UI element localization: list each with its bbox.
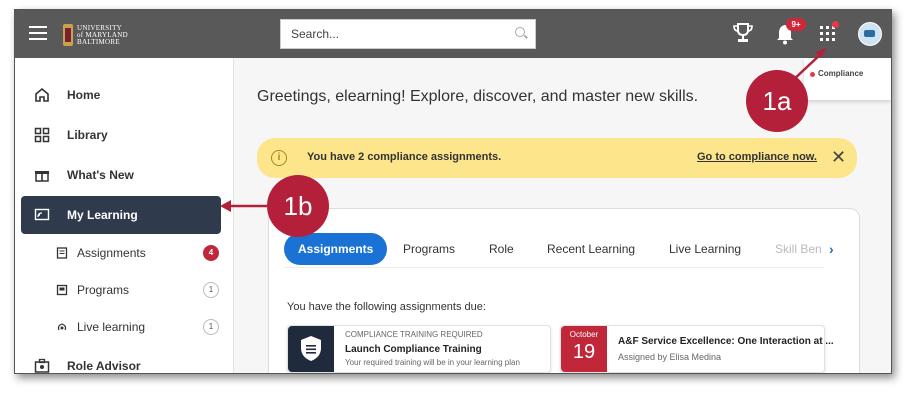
assignment-card-service-excellence[interactable]: October 19 A&F Service Excellence: One I…: [560, 325, 834, 373]
sidebar-subitem-label: Live learning: [77, 320, 146, 334]
close-icon[interactable]: ✕: [831, 147, 846, 168]
tab-role[interactable]: Role: [489, 233, 514, 265]
count-badge: 4: [203, 245, 219, 261]
due-day: 19: [572, 341, 596, 363]
compliance-dot-icon: [810, 72, 815, 77]
gift-icon: [31, 164, 53, 186]
info-icon: i: [271, 150, 287, 166]
logo-line-3: BALTIMORE: [77, 37, 120, 46]
sidebar-item-label: What's New: [67, 168, 134, 182]
sidebar-subitem-assignments[interactable]: Assignments 4: [55, 239, 219, 267]
sidebar-item-label: Role Advisor: [67, 359, 141, 373]
due-text: You have the following assignments due:: [287, 301, 486, 313]
tab-recent-learning[interactable]: Recent Learning: [547, 233, 635, 265]
notifications-badge: 9+: [786, 18, 806, 31]
count-badge: 1: [203, 319, 219, 335]
sidebar-item-label: My Learning: [67, 208, 138, 222]
sidebar-subitem-label: Programs: [77, 283, 130, 297]
count-badge: 1: [203, 282, 219, 298]
tab-bar: Assignments Programs Role Recent Learnin…: [284, 233, 824, 268]
top-bar: UNIVERSITY of MARYLAND BALTIMORE 9+: [15, 10, 891, 58]
programs-icon: [55, 283, 69, 297]
role-advisor-icon: [31, 355, 53, 373]
greeting-text: Greetings, elearning! Explore, discover,…: [257, 88, 699, 105]
sidebar-item-label: Home: [67, 88, 101, 102]
sidebar: Home Library What's New My Learning Assi…: [15, 58, 234, 373]
due-date-block: October 19: [561, 326, 607, 372]
avatar[interactable]: [858, 22, 882, 46]
tab-live-learning[interactable]: Live Learning: [669, 233, 741, 265]
library-icon: [31, 124, 53, 146]
learning-icon: [31, 204, 53, 226]
app-window: UNIVERSITY of MARYLAND BALTIMORE 9+: [14, 9, 892, 374]
sidebar-subitem-label: Assignments: [77, 246, 146, 260]
tab-programs[interactable]: Programs: [403, 233, 455, 265]
assignment-subtitle: Assigned by Elisa Medina: [618, 352, 722, 362]
assignment-title: A&F Service Excellence: One Interaction …: [618, 336, 834, 347]
apps-grid-icon[interactable]: [820, 26, 836, 42]
sidebar-item-role-advisor[interactable]: Role Advisor: [21, 347, 221, 373]
sidebar-item-library[interactable]: Library: [21, 116, 221, 154]
sidebar-item-whats-new[interactable]: What's New: [21, 156, 221, 194]
tab-skill-benchmark[interactable]: Skill Ben: [775, 233, 822, 265]
alert-message: You have 2 compliance assignments.: [307, 151, 502, 163]
go-to-compliance-link[interactable]: Go to compliance now.: [697, 151, 817, 163]
university-logo[interactable]: UNIVERSITY of MARYLAND BALTIMORE: [63, 20, 128, 50]
assignment-caption: COMPLIANCE TRAINING REQUIRED: [345, 330, 483, 339]
annotation-marker-1b: 1b: [267, 175, 329, 237]
compliance-alert-banner: i You have 2 compliance assignments. Go …: [257, 138, 857, 178]
sidebar-subitem-live-learning[interactable]: Live learning 1: [55, 313, 219, 341]
annotation-marker-1a: 1a: [746, 70, 808, 132]
live-broadcast-icon: [55, 320, 69, 334]
search-input[interactable]: [289, 25, 503, 43]
compliance-menu: Compliance: [804, 58, 891, 100]
sidebar-item-my-learning[interactable]: My Learning: [21, 196, 221, 234]
search-icon[interactable]: [515, 27, 525, 37]
search-box: [280, 19, 536, 49]
shield-icon: [288, 326, 334, 372]
learning-card: Assignments Programs Role Recent Learnin…: [268, 208, 860, 373]
assignment-title: Launch Compliance Training: [345, 344, 482, 355]
sidebar-item-label: Library: [67, 128, 108, 142]
sidebar-subitem-programs[interactable]: Programs 1: [55, 276, 219, 304]
tab-assignments[interactable]: Assignments: [284, 233, 388, 265]
sidebar-item-home[interactable]: Home: [21, 76, 221, 114]
trophy-icon[interactable]: [732, 21, 754, 45]
compliance-menu-item[interactable]: Compliance: [818, 69, 863, 78]
apps-alert-dot: [832, 21, 839, 28]
university-seal-icon: [63, 24, 73, 46]
chevron-right-icon[interactable]: ›: [829, 241, 834, 257]
due-month: October: [569, 330, 599, 339]
assignment-subtitle: Your required training will be in your l…: [345, 358, 520, 367]
menu-icon[interactable]: [29, 26, 47, 40]
assignment-card-compliance[interactable]: COMPLIANCE TRAINING REQUIRED Launch Comp…: [287, 325, 551, 373]
assignments-icon: [55, 246, 69, 260]
home-icon: [31, 84, 53, 106]
